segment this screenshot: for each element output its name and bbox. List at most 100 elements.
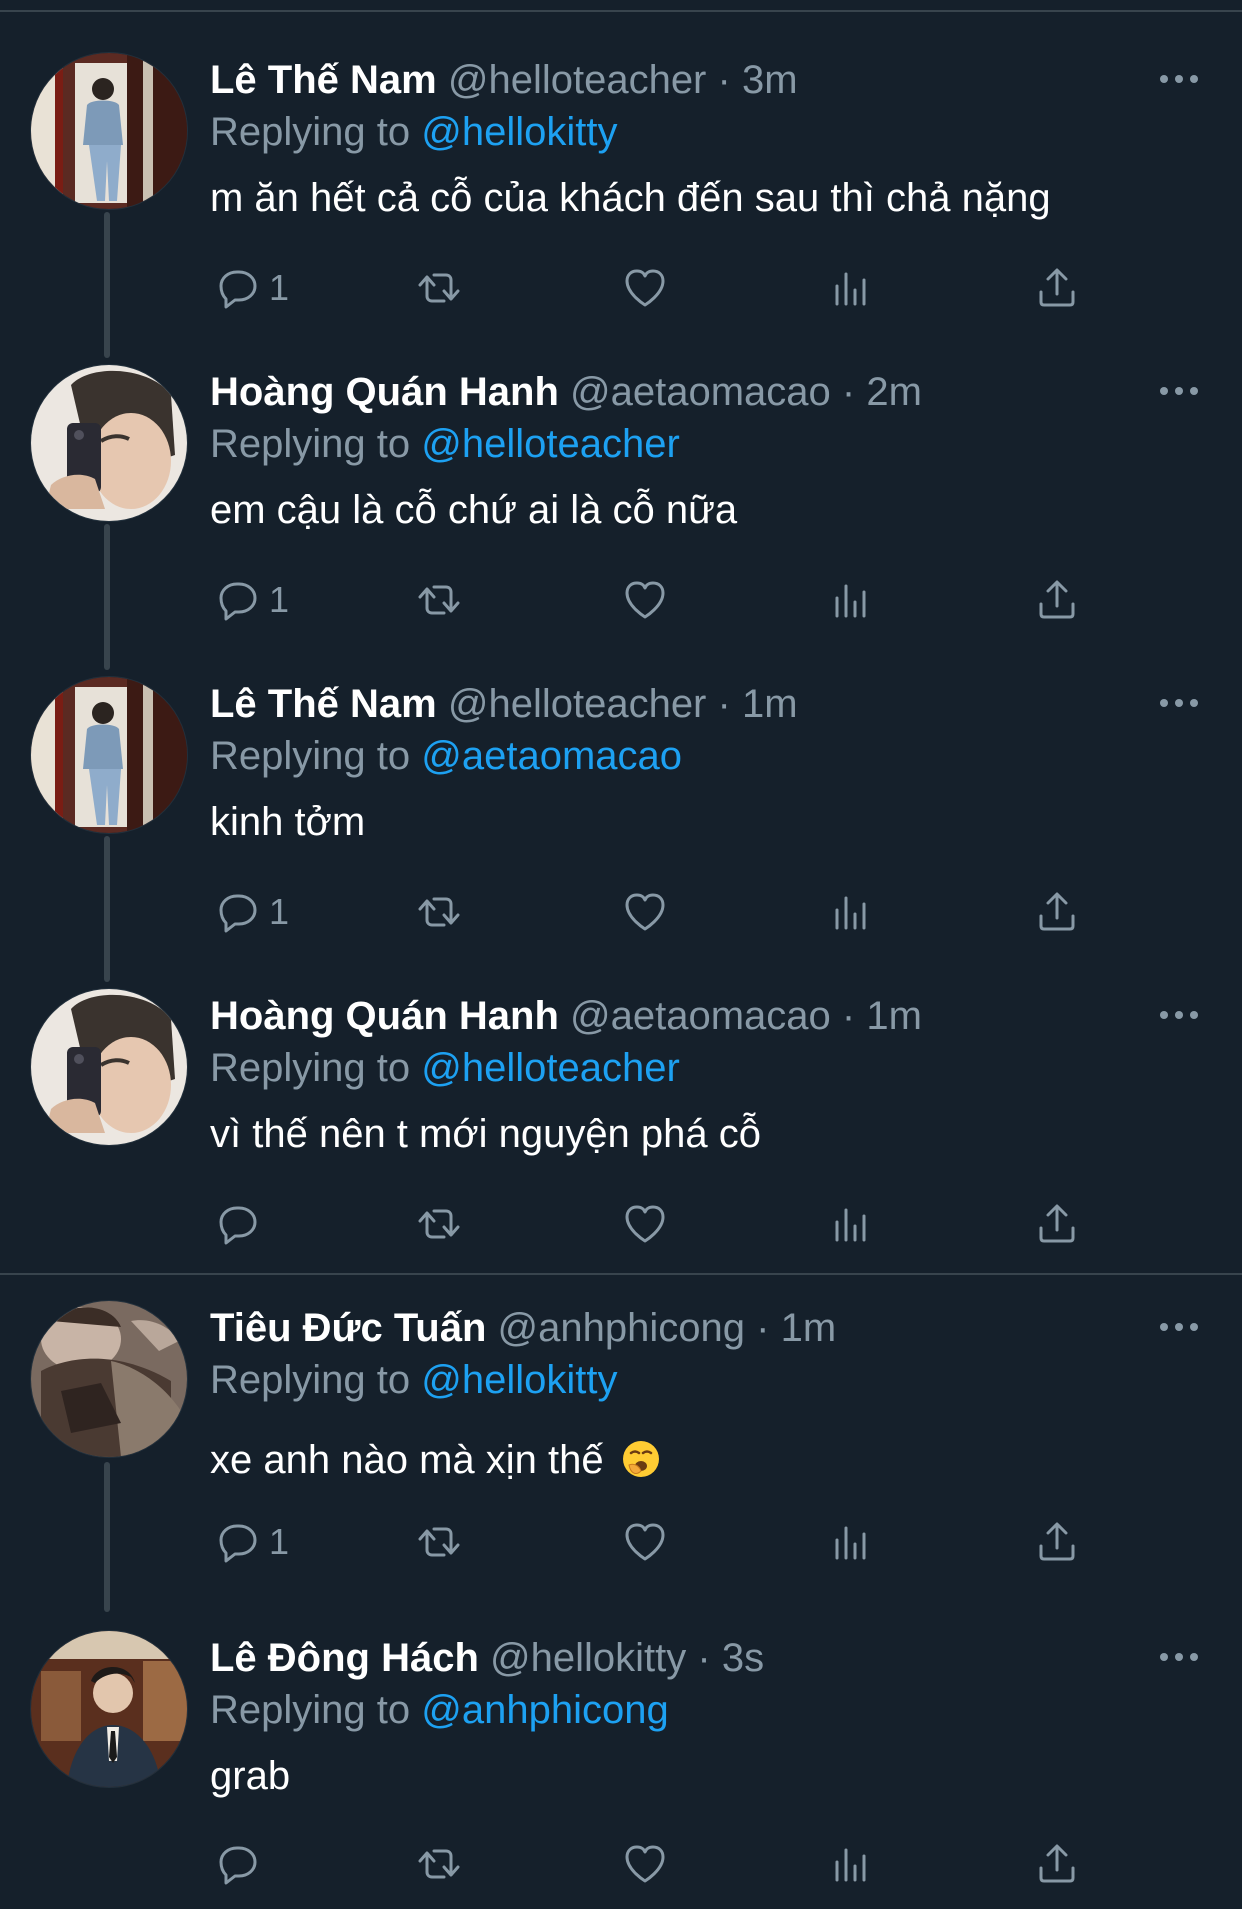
reply-icon: [213, 888, 261, 936]
avatar[interactable]: [30, 1300, 188, 1458]
action-bar: [210, 1196, 1110, 1252]
author-handle[interactable]: @hellokitty: [490, 1636, 686, 1680]
tweet-text: em cậu là cỗ chứ ai là cỗ nữa: [210, 488, 738, 532]
avatar[interactable]: [30, 676, 188, 834]
replying-label: Replying to: [210, 110, 411, 154]
author-name[interactable]: Lê Đông Hách: [210, 1636, 479, 1680]
more-icon[interactable]: [1155, 1000, 1203, 1030]
timestamp[interactable]: 2m: [866, 370, 922, 414]
retweet-button[interactable]: [415, 572, 463, 628]
timestamp[interactable]: 1m: [781, 1306, 837, 1350]
timestamp[interactable]: 1m: [742, 682, 798, 726]
tweet[interactable]: Tiêu Đức Tuấn @anhphicong · 1m Replying …: [0, 1248, 1242, 1612]
replying-to-line: Replying to @anhphicong: [210, 1684, 669, 1736]
more-icon[interactable]: [1155, 1312, 1203, 1342]
replying-label: Replying to: [210, 1358, 411, 1402]
analytics-button[interactable]: [827, 1196, 875, 1252]
retweet-button[interactable]: [415, 260, 463, 316]
tweet[interactable]: Lê Thế Nam @helloteacher · 3m Replying t…: [0, 0, 1242, 358]
replying-to-handle[interactable]: @helloteacher: [421, 422, 680, 466]
more-icon[interactable]: [1155, 1642, 1203, 1672]
timestamp[interactable]: 3m: [742, 58, 798, 102]
author-handle[interactable]: @helloteacher: [448, 58, 707, 102]
share-icon: [1033, 1518, 1081, 1566]
reply-button[interactable]: 1: [213, 884, 289, 940]
action-bar: 1: [210, 260, 1110, 316]
action-bar: [210, 1836, 1110, 1892]
replying-to-handle[interactable]: @hellokitty: [421, 110, 617, 154]
retweet-button[interactable]: [415, 1196, 463, 1252]
author-handle[interactable]: @helloteacher: [448, 682, 707, 726]
reply-button[interactable]: [213, 1836, 269, 1892]
author-name[interactable]: Tiêu Đức Tuấn: [210, 1306, 486, 1350]
share-icon: [1033, 576, 1081, 624]
tweet-text: vì thế nên t mới nguyện phá cỗ: [210, 1112, 762, 1156]
author-handle[interactable]: @aetaomacao: [570, 370, 831, 414]
separator-dot: ·: [717, 682, 731, 726]
tweet[interactable]: Lê Đông Hách @hellokitty · 3s Replying t…: [0, 1578, 1242, 1890]
avatar-photo: [31, 365, 187, 521]
reply-button[interactable]: 1: [213, 1514, 289, 1570]
retweet-icon: [415, 1840, 463, 1888]
replying-to-handle[interactable]: @hellokitty: [421, 1358, 617, 1402]
author-name[interactable]: Hoàng Quán Hanh: [210, 994, 559, 1038]
like-button[interactable]: [621, 1836, 669, 1892]
reply-button[interactable]: 1: [213, 572, 289, 628]
more-icon[interactable]: [1155, 376, 1203, 406]
retweet-button[interactable]: [415, 1514, 463, 1570]
analytics-button[interactable]: [827, 884, 875, 940]
reply-button[interactable]: 1: [213, 260, 289, 316]
timestamp[interactable]: 3s: [722, 1636, 764, 1680]
analytics-button[interactable]: [827, 1836, 875, 1892]
analytics-button[interactable]: [827, 572, 875, 628]
author-handle[interactable]: @aetaomacao: [570, 994, 831, 1038]
share-button[interactable]: [1033, 260, 1081, 316]
avatar[interactable]: [30, 1630, 188, 1788]
share-button[interactable]: [1033, 1836, 1081, 1892]
author-handle[interactable]: @anhphicong: [498, 1306, 745, 1350]
author-name[interactable]: Hoàng Quán Hanh: [210, 370, 559, 414]
share-button[interactable]: [1033, 884, 1081, 940]
retweet-button[interactable]: [415, 884, 463, 940]
reply-icon: [213, 1200, 261, 1248]
like-button[interactable]: [621, 572, 669, 628]
analytics-icon: [827, 888, 875, 936]
analytics-button[interactable]: [827, 1514, 875, 1570]
reply-count: 1: [269, 579, 290, 620]
like-button[interactable]: [621, 1514, 669, 1570]
separator-dot: ·: [697, 1636, 711, 1680]
timestamp[interactable]: 1m: [866, 994, 922, 1038]
share-button[interactable]: [1033, 572, 1081, 628]
share-icon: [1033, 264, 1081, 312]
author-name[interactable]: Lê Thế Nam: [210, 682, 437, 726]
share-button[interactable]: [1033, 1514, 1081, 1570]
replying-to-handle[interactable]: @anhphicong: [421, 1688, 668, 1732]
tweet-header: Hoàng Quán Hanh @aetaomacao · 2m: [210, 366, 922, 418]
replying-to-handle[interactable]: @aetaomacao: [421, 734, 682, 778]
avatar[interactable]: [30, 52, 188, 210]
avatar-photo: [31, 1631, 187, 1787]
author-name[interactable]: Lê Thế Nam: [210, 58, 437, 102]
share-button[interactable]: [1033, 1196, 1081, 1252]
retweet-button[interactable]: [415, 1836, 463, 1892]
more-icon[interactable]: [1155, 64, 1203, 94]
replying-label: Replying to: [210, 1688, 411, 1732]
separator-dot: ·: [841, 994, 856, 1038]
yawning-face-emoji: [622, 1441, 659, 1477]
tweet[interactable]: Hoàng Quán Hanh @aetaomacao · 1m Replyin…: [0, 936, 1242, 1248]
analytics-button[interactable]: [827, 260, 875, 316]
like-button[interactable]: [621, 260, 669, 316]
avatar[interactable]: [30, 988, 188, 1146]
replying-to-line: Replying to @hellokitty: [210, 106, 617, 158]
avatar[interactable]: [30, 364, 188, 522]
tweet[interactable]: Lê Thế Nam @helloteacher · 1m Replying t…: [0, 624, 1242, 982]
more-icon[interactable]: [1155, 688, 1203, 718]
reply-button[interactable]: [213, 1196, 269, 1252]
tweet-header: Tiêu Đức Tuấn @anhphicong · 1m: [210, 1302, 836, 1354]
like-button[interactable]: [621, 1196, 669, 1252]
replying-to-handle[interactable]: @helloteacher: [421, 1046, 680, 1090]
tweet-header: Lê Thế Nam @helloteacher · 3m: [210, 54, 798, 106]
retweet-icon: [415, 888, 463, 936]
like-button[interactable]: [621, 884, 669, 940]
tweet[interactable]: Hoàng Quán Hanh @aetaomacao · 2m Replyin…: [0, 312, 1242, 670]
